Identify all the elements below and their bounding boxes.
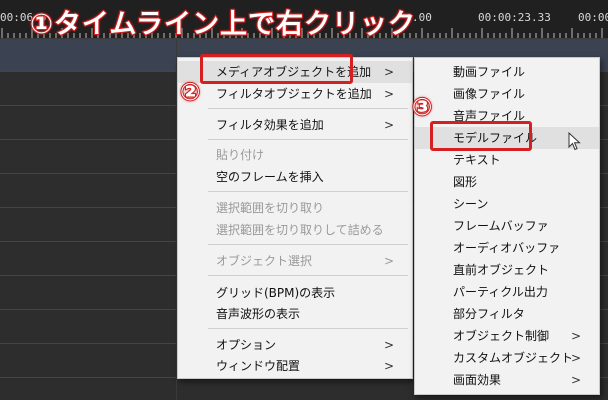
submenu-item-frame-buffer[interactable]: フレームバッファ	[415, 215, 599, 237]
menu-item-label: オブジェクト制御	[453, 329, 550, 343]
step3-annotation: ③	[411, 92, 433, 122]
menu-item-label: フィルタ効果を追加	[216, 118, 324, 132]
menu-item-label: 空のフレームを挿入	[216, 170, 324, 184]
chevron-right-icon: >	[570, 351, 581, 365]
menu-item-label: グリッド(BPM)の表示	[216, 286, 336, 300]
media-object-submenu: 動画ファイル 画像ファイル 音声ファイル モデルファイル テキスト 図形 シーン…	[414, 57, 600, 395]
submenu-item-partial-filter[interactable]: 部分フィルタ	[415, 303, 599, 325]
menu-separator	[208, 139, 408, 140]
menu-item-show-audio-waveform[interactable]: 音声波形の表示	[178, 303, 412, 325]
menu-item-add-filter-object[interactable]: フィルタオブジェクトを追加 >	[178, 83, 412, 105]
chevron-right-icon: >	[383, 87, 394, 101]
menu-item-label: 画像ファイル	[453, 87, 526, 101]
mouse-pointer-icon	[568, 131, 582, 155]
submenu-item-object-control[interactable]: オブジェクト制御 >	[415, 325, 599, 347]
menu-separator	[208, 108, 408, 109]
menu-item-label: ウィンドウ配置	[216, 359, 301, 373]
menu-item-label: 選択範囲を切り取り	[216, 201, 325, 215]
chevron-right-icon: >	[383, 65, 394, 79]
chevron-right-icon: >	[383, 118, 394, 132]
submenu-item-screen-effect[interactable]: 画面効果 >	[415, 369, 599, 391]
step2-annotation: ②	[179, 77, 201, 107]
menu-item-label: 部分フィルタ	[453, 307, 525, 321]
chevron-right-icon: >	[570, 373, 581, 387]
submenu-item-scene[interactable]: シーン	[415, 193, 599, 215]
menu-separator	[208, 328, 408, 329]
menu-item-cut-selection[interactable]: 選択範囲を切り取り	[178, 197, 412, 219]
submenu-item-particle-output[interactable]: パーティクル出力	[415, 281, 599, 303]
menu-item-label: 画面効果	[453, 373, 502, 387]
menu-item-label: 音声波形の表示	[216, 307, 301, 321]
chevron-right-icon: >	[570, 329, 581, 343]
menu-item-label: フィルタオブジェクトを追加	[216, 87, 372, 101]
menu-item-label: パーティクル出力	[453, 285, 548, 299]
menu-item-paste[interactable]: 貼り付け	[178, 144, 412, 166]
context-menu: メディアオブジェクトを追加 > フィルタオブジェクトを追加 > フィルタ効果を追…	[177, 57, 413, 379]
menu-separator	[208, 244, 408, 245]
submenu-item-custom-object[interactable]: カスタムオブジェクト >	[415, 347, 599, 369]
submenu-item-video-file[interactable]: 動画ファイル	[415, 61, 599, 83]
chevron-right-icon: >	[383, 359, 394, 373]
menu-item-label: フレームバッファ	[453, 219, 549, 233]
menu-item-label: カスタムオブジェクト	[453, 351, 574, 365]
menu-item-object-select[interactable]: オブジェクト選択 >	[178, 250, 412, 272]
menu-separator	[208, 191, 408, 192]
menu-item-label: テキスト	[453, 153, 501, 167]
menu-item-add-filter-effect[interactable]: フィルタ効果を追加 >	[178, 114, 412, 136]
chevron-right-icon: >	[383, 338, 394, 352]
submenu-item-image-file[interactable]: 画像ファイル	[415, 83, 599, 105]
time-label: 00:00	[578, 11, 608, 24]
menu-item-label: 図形	[453, 175, 478, 189]
menu-item-label: 貼り付け	[216, 148, 265, 162]
menu-item-insert-empty-frame[interactable]: 空のフレームを挿入	[178, 166, 412, 188]
menu-separator	[208, 275, 408, 276]
submenu-item-audio-buffer[interactable]: オーディオバッファ	[415, 237, 599, 259]
menu-item-label: オーディオバッファ	[453, 241, 561, 255]
menu-item-label: オブジェクト選択	[216, 254, 313, 268]
submenu-item-shape[interactable]: 図形	[415, 171, 599, 193]
highlight-box-media-object	[200, 54, 353, 84]
chevron-right-icon: >	[383, 254, 394, 268]
submenu-item-previous-object[interactable]: 直前オブジェクト	[415, 259, 599, 281]
step1-annotation: ①タイムライン上で右クリック	[29, 8, 416, 41]
menu-item-show-grid-bpm[interactable]: グリッド(BPM)の表示	[178, 282, 412, 304]
menu-item-cut-selection-close-gap[interactable]: 選択範囲を切り取りして詰める	[178, 219, 412, 241]
menu-item-label: オプション	[216, 338, 277, 352]
menu-item-label: 選択範囲を切り取りして詰める	[216, 223, 384, 237]
time-label: 00:00:23.33	[478, 11, 551, 24]
menu-item-label: 動画ファイル	[453, 65, 526, 79]
highlight-box-model-file	[430, 121, 532, 151]
menu-item-label: 直前オブジェクト	[453, 263, 550, 277]
menu-item-window-layout[interactable]: ウィンドウ配置 >	[178, 355, 412, 377]
menu-item-options[interactable]: オプション >	[178, 334, 412, 356]
menu-item-label: シーン	[453, 197, 489, 211]
